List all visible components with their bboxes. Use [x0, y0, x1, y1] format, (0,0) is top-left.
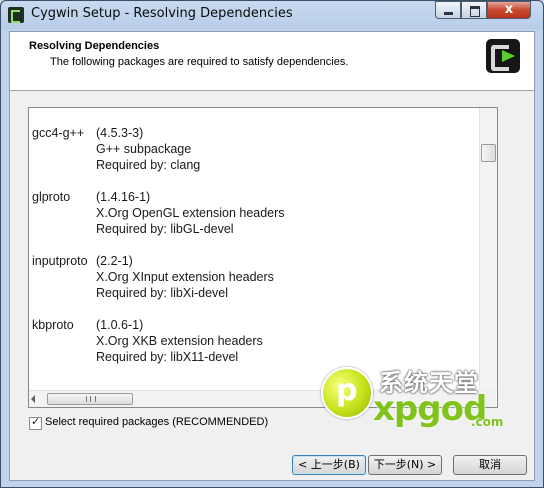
package-required-by: Required by: libX11-devel	[96, 350, 239, 364]
package-version: (4.5.3-3)	[96, 126, 144, 140]
cygwin-app-icon[interactable]	[8, 7, 24, 23]
package-name: glproto	[32, 190, 71, 204]
watermark-brand-text: xpgod	[373, 389, 487, 429]
watermark-domain-text: .com	[471, 415, 504, 429]
select-required-label[interactable]: Select required packages (RECOMMENDED)	[45, 416, 268, 428]
maximize-button[interactable]	[461, 1, 487, 19]
select-required-checkbox[interactable]: ✓	[29, 415, 42, 430]
title-bar[interactable]: Cygwin Setup - Resolving Dependencies x	[1, 1, 543, 29]
scroll-left-icon[interactable]	[31, 395, 35, 403]
next-button[interactable]: 下一步(N) >	[368, 455, 442, 475]
grip-icon	[86, 396, 96, 402]
page-subtitle: The following packages are required to s…	[50, 56, 349, 68]
package-name: inputproto	[32, 254, 88, 268]
package-name: kbproto	[32, 318, 74, 332]
checkmark-icon: ✓	[31, 415, 41, 428]
package-required-by: Required by: libXi-devel	[96, 286, 229, 300]
close-button[interactable]: x	[487, 1, 531, 19]
close-icon: x	[504, 2, 514, 17]
package-version: (1.4.16-1)	[96, 190, 151, 204]
cancel-button[interactable]: 取消	[453, 455, 527, 475]
package-description: X.Org XKB extension headers	[96, 334, 263, 348]
package-required-by: Required by: clang	[96, 158, 201, 172]
watermark-logo-icon	[321, 367, 373, 419]
wizard-header: Resolving Dependencies The following pac…	[10, 32, 534, 91]
package-description: X.Org OpenGL extension headers	[96, 206, 285, 220]
cygwin-logo-icon	[486, 39, 520, 73]
package-required-by: Required by: libGL-devel	[96, 222, 234, 236]
page-title: Resolving Dependencies	[29, 40, 160, 52]
back-button[interactable]: < 上一步(B)	[292, 455, 366, 475]
package-version: (1.0.6-1)	[96, 318, 144, 332]
package-description: G++ subpackage	[96, 142, 192, 156]
vertical-scroll-thumb[interactable]	[481, 144, 496, 162]
package-name: gcc4-g++	[32, 126, 85, 140]
maximize-icon	[470, 6, 480, 17]
minimize-button[interactable]	[435, 1, 461, 19]
setup-window: Cygwin Setup - Resolving Dependencies x …	[0, 0, 544, 488]
package-version: (2.2-1)	[96, 254, 133, 268]
vertical-scrollbar[interactable]	[479, 108, 497, 390]
minimize-icon	[444, 12, 453, 15]
package-description: X.Org XInput extension headers	[96, 270, 274, 284]
site-watermark: 系统天堂 xpgod .com	[321, 363, 521, 435]
horizontal-scroll-thumb[interactable]	[47, 393, 133, 405]
window-title: Cygwin Setup - Resolving Dependencies	[31, 6, 293, 21]
